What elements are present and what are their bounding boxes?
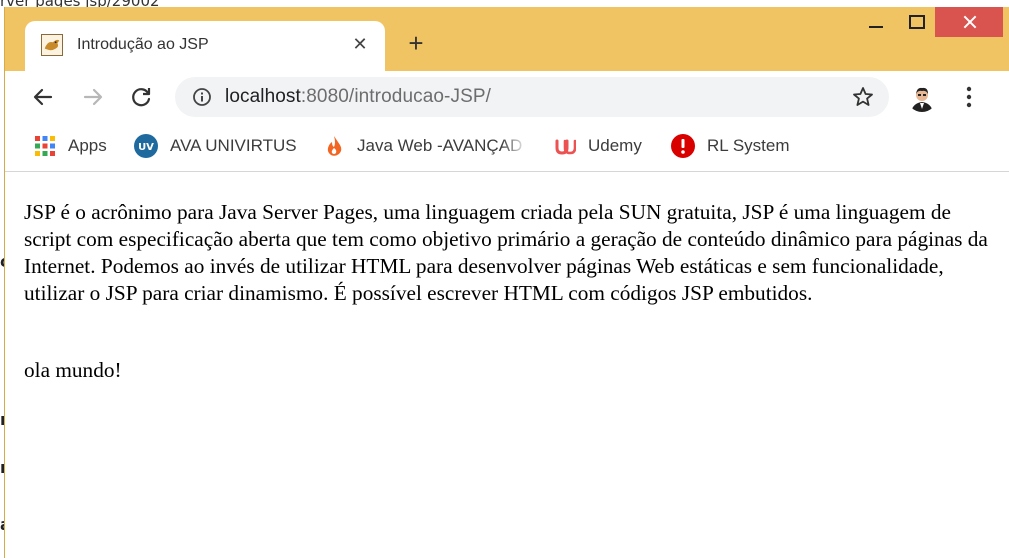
reload-icon[interactable] [127, 83, 155, 111]
tab-introducao-jsp[interactable]: Introdução ao JSP ✕ [25, 21, 385, 71]
bookmark-udemy[interactable]: Udemy [554, 133, 642, 159]
tomcat-favicon-icon [41, 34, 63, 56]
bookmark-label: Apps [68, 136, 107, 155]
bookmark-label: AVA UNIVIRTUS [170, 136, 297, 155]
forward-arrow-icon[interactable] [79, 83, 107, 111]
new-tab-button[interactable]: + [403, 30, 429, 57]
tab-close-icon[interactable]: ✕ [349, 33, 371, 55]
flame-icon [323, 135, 345, 157]
close-window-button[interactable] [935, 7, 1003, 37]
url-text[interactable]: localhost:8080/introducao-JSP/ [225, 86, 491, 108]
bookmark-star-icon[interactable] [851, 85, 875, 109]
maximize-button[interactable] [899, 7, 933, 37]
bookmark-label: Udemy [588, 136, 642, 155]
back-arrow-icon[interactable] [29, 83, 57, 111]
site-info-icon[interactable] [192, 87, 212, 107]
output-text: ola mundo! [24, 358, 122, 382]
address-bar[interactable]: localhost:8080/introducao-JSP/ [175, 77, 889, 117]
bookmark-apps[interactable]: Apps [34, 133, 107, 159]
browser-toolbar: localhost:8080/introducao-JSP/ [5, 71, 1009, 123]
bookmark-rl-system[interactable]: RL System [671, 133, 790, 159]
profile-avatar[interactable] [907, 82, 937, 112]
url-host: localhost [225, 86, 301, 107]
uv-icon: UV [134, 134, 158, 158]
bookmark-label: RL System [707, 136, 790, 155]
more-options-icon[interactable] [959, 85, 979, 109]
page-content: JSP é o acrônimo para Java Server Pages,… [5, 172, 1009, 558]
apps-grid-icon [34, 135, 56, 157]
tab-title: Introdução ao JSP [77, 36, 209, 53]
bookmark-ava-univirtus[interactable]: UV AVA UNIVIRTUS [134, 133, 297, 159]
minimize-button[interactable] [859, 7, 893, 37]
bookmarks-bar: Apps UV AVA UNIVIRTUS Java Web -AVANÇAD … [5, 123, 1009, 172]
bookmark-java-web[interactable]: Java Web -AVANÇAD [323, 133, 527, 159]
svg-text:UV: UV [138, 142, 154, 153]
url-path: :8080/introducao-JSP/ [300, 86, 491, 107]
bookmark-label: Java Web -AVANÇAD [357, 136, 523, 155]
intro-paragraph: JSP é o acrônimo para Java Server Pages,… [24, 200, 988, 305]
udemy-icon [554, 135, 577, 157]
browser-window: Introdução ao JSP ✕ + localhost:8080/int… [4, 7, 1009, 558]
alert-circle-icon [671, 134, 695, 158]
title-bar: Introdução ao JSP ✕ + [5, 7, 1009, 71]
